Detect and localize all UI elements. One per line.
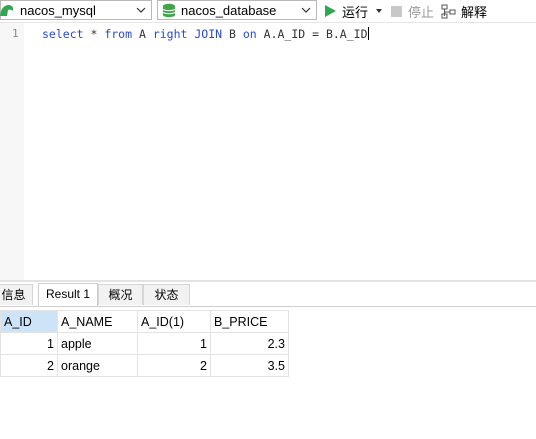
code-text: B [222,27,243,41]
line-gutter [0,23,24,280]
cell-a-name[interactable]: apple [57,332,138,355]
stop-icon [391,5,402,17]
column-header-b-price[interactable]: B_PRICE [210,310,289,333]
stop-button[interactable]: 停止 [390,2,434,20]
connection-select[interactable]: nacos_mysql [0,0,152,20]
line-number: 1 [12,27,19,40]
sql-code-line[interactable]: select * from A right JOIN B on A.A_ID =… [42,27,369,41]
stop-label: 停止 [408,4,435,20]
cell-b-price[interactable]: 2.3 [210,332,289,355]
keyword-on: on [242,27,257,41]
code-text: * [83,27,105,41]
play-icon [325,5,336,17]
code-text: A.A_ID = B.A_ID [256,27,368,41]
keyword-right: right [152,27,188,41]
keyword-select: select [42,27,84,41]
column-header-a-id[interactable]: A_ID [0,310,58,333]
cell-b-price[interactable]: 3.5 [210,354,289,377]
database-select[interactable]: nacos_database [157,0,317,20]
chevron-down-icon[interactable] [135,4,147,16]
table-row[interactable]: 1 apple 1 2.3 [0,332,289,355]
tab-info[interactable]: 信息 [0,284,33,305]
result-tabs: 信息 Result 1 概况 状态 [0,282,536,307]
explain-button[interactable]: 解释 [441,2,487,20]
toolbar: nacos_mysql nacos_database 运行 停止 解释 [0,0,536,23]
cell-a-id[interactable]: 2 [0,354,58,377]
table-row[interactable]: 2 orange 2 3.5 [0,354,289,377]
keyword-join: JOIN [194,27,223,41]
cell-a-name[interactable]: orange [57,354,138,377]
database-icon [162,3,176,18]
tab-status[interactable]: 状态 [143,284,190,305]
cell-a-id-1[interactable]: 2 [137,354,211,377]
cell-a-id-1[interactable]: 1 [137,332,211,355]
result-grid[interactable]: A_ID A_NAME A_ID(1) B_PRICE 1 apple 1 2.… [0,310,289,377]
keyword-from: from [104,27,133,41]
column-header-a-name[interactable]: A_NAME [57,310,138,333]
tab-overview[interactable]: 概况 [98,284,143,305]
column-header-a-id-1[interactable]: A_ID(1) [137,310,211,333]
text-cursor [367,27,369,40]
header-row: A_ID A_NAME A_ID(1) B_PRICE [0,310,289,333]
code-text: A [132,27,153,41]
caret-down-icon[interactable] [375,7,383,15]
database-name: nacos_database [181,3,277,18]
run-button[interactable]: 运行 [323,2,383,20]
connection-name: nacos_mysql [20,3,96,18]
explain-label: 解释 [461,4,488,20]
cell-a-id[interactable]: 1 [0,332,58,355]
run-label: 运行 [342,4,369,20]
chevron-down-icon[interactable] [300,4,312,16]
sql-editor[interactable]: 1 select * from A right JOIN B on A.A_ID… [0,23,536,280]
explain-icon [441,4,456,18]
tab-result-1[interactable]: Result 1 [38,283,98,306]
connection-icon [0,5,14,16]
